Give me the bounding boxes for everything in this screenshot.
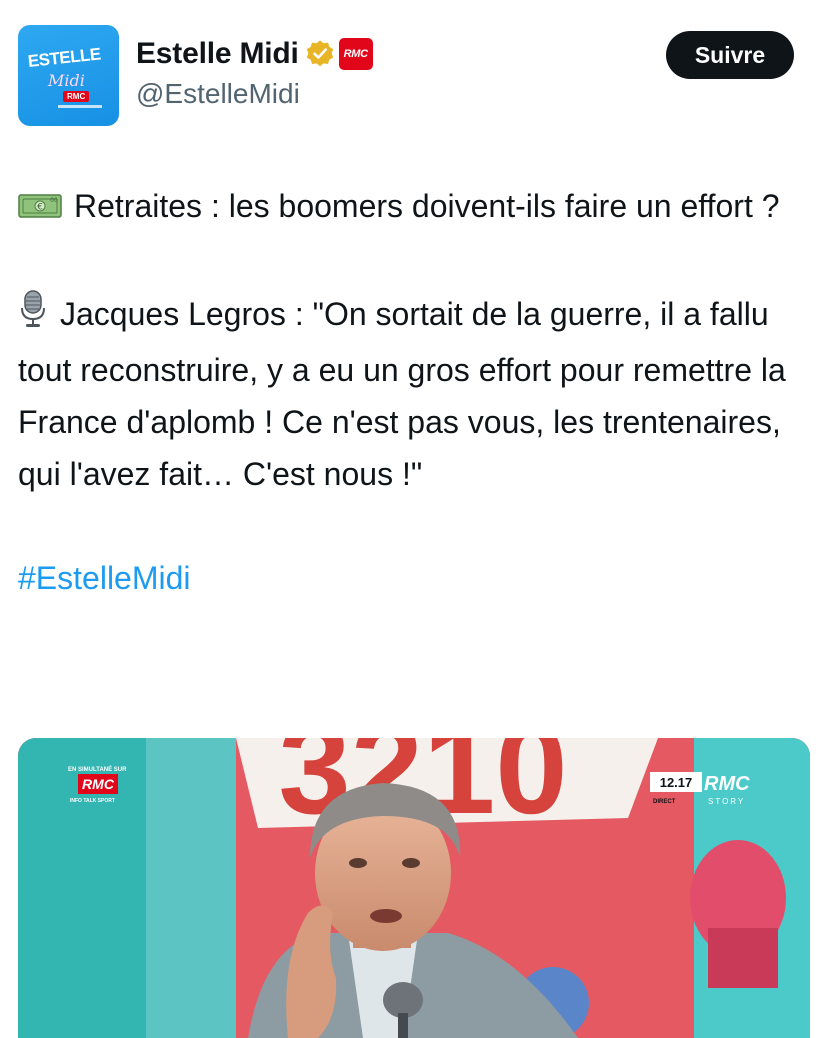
tweet-paragraph-3: #EstelleMidi [18, 552, 808, 604]
tweet-header: ESTELLE Midi RMC Estelle Midi RMC @Estel… [18, 25, 794, 127]
overlay-simulcast-label: EN SIMULTANÉ SUR [68, 765, 127, 773]
display-name-row: Estelle Midi RMC [136, 34, 373, 74]
tweet-text: € 00 Retraites : les boomers doivent-ils… [18, 180, 808, 656]
avatar-subtitle: Midi [48, 71, 85, 90]
money-banknote-icon: € 00 [18, 184, 62, 236]
avatar-title: ESTELLE [26, 44, 102, 71]
avatar-brand: RMC [63, 91, 90, 102]
affiliate-badge-icon[interactable]: RMC [338, 38, 373, 70]
avatar[interactable]: ESTELLE Midi RMC [18, 25, 119, 126]
overlay-time: 12.17 [660, 775, 693, 790]
video-frame: 3210 EN SIMULTANÉ SUR RMC INFO TALK SPOR… [18, 738, 810, 1038]
follow-button[interactable]: Suivre [666, 31, 794, 79]
svg-text:€: € [37, 203, 43, 213]
overlay-rmc-tagline: INFO TALK SPORT [70, 798, 115, 804]
tweet-line-1: Retraites : les boomers doivent-ils fair… [74, 188, 780, 224]
overlay-story: STORY [708, 797, 745, 806]
tweet-paragraph-2: Jacques Legros : "On sortait de la guerr… [18, 288, 808, 500]
microphone-icon [18, 289, 48, 344]
overlay-rmc-logo: RMC [82, 776, 115, 792]
overlay-rmc-story-logo: RMC [704, 773, 750, 795]
avatar-brand-tagline [58, 105, 102, 108]
tweet-paragraph-1: € 00 Retraites : les boomers doivent-ils… [18, 180, 808, 236]
svg-text:00: 00 [50, 197, 58, 204]
display-name[interactable]: Estelle Midi [136, 37, 299, 71]
verified-badge-icon[interactable] [305, 39, 335, 69]
handle[interactable]: @EstelleMidi [136, 78, 300, 110]
hashtag-link[interactable]: #EstelleMidi [18, 560, 191, 596]
tweet-video[interactable]: 3210 EN SIMULTANÉ SUR RMC INFO TALK SPOR… [18, 738, 810, 1038]
tweet-line-2: Jacques Legros : "On sortait de la guerr… [18, 296, 786, 492]
overlay-direct: DIRECT [653, 799, 676, 805]
